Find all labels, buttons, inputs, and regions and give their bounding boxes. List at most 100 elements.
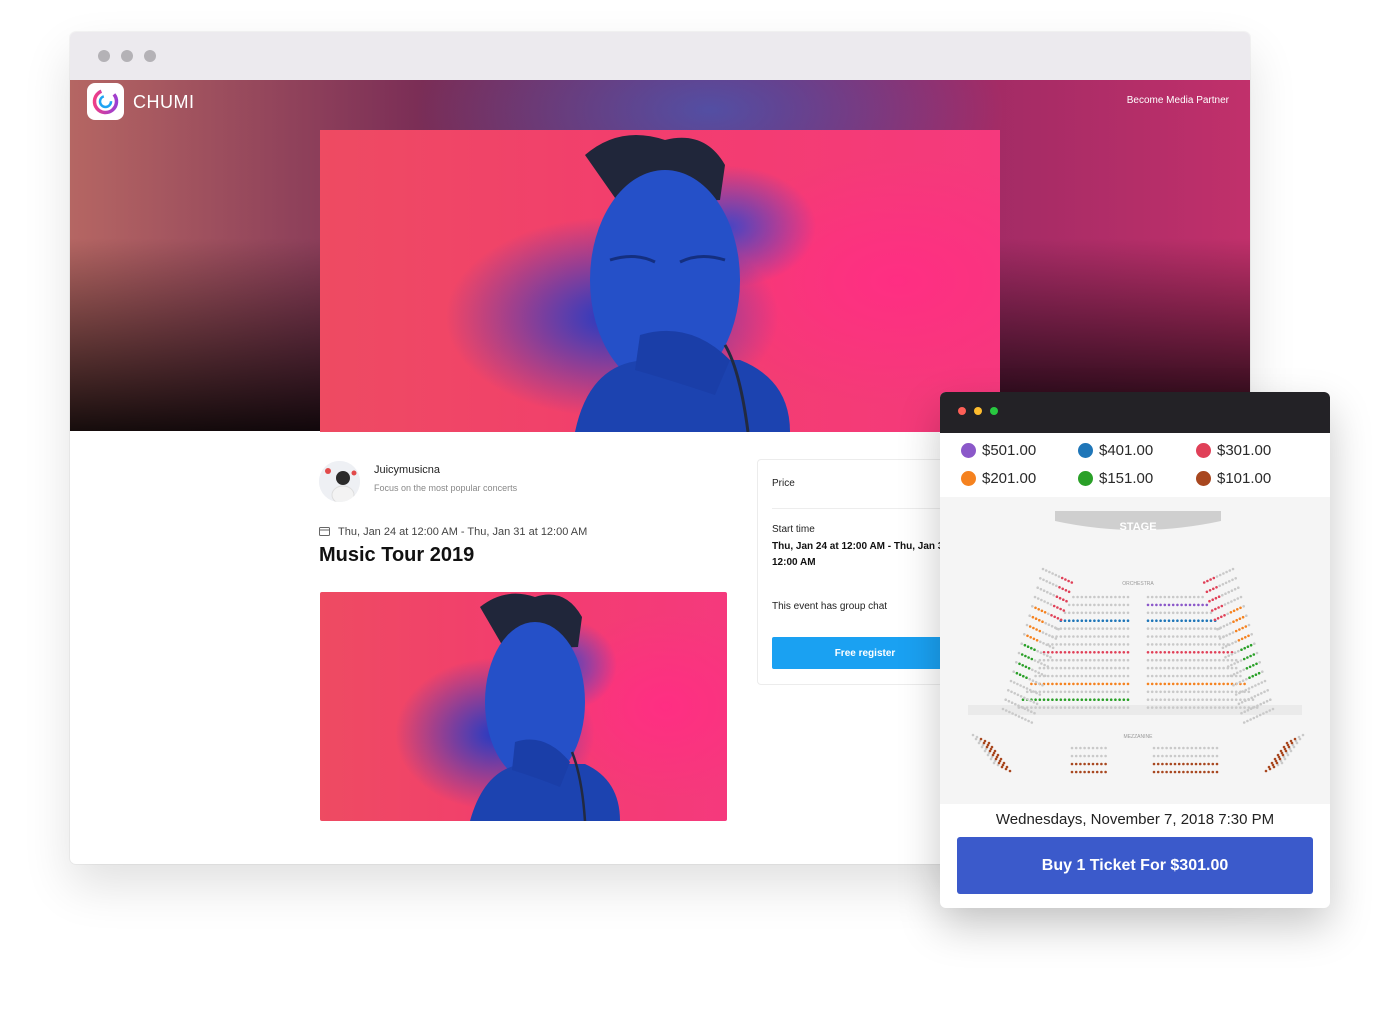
seat-dot[interactable]	[1049, 655, 1052, 659]
seat-dot[interactable]	[1150, 698, 1154, 701]
seat-dot[interactable]	[1184, 674, 1188, 678]
seat-dot[interactable]	[1182, 754, 1185, 758]
window-minimize-dot[interactable]	[121, 50, 133, 62]
seat-dot[interactable]	[1197, 651, 1200, 654]
seat-dot[interactable]	[1163, 674, 1167, 678]
seat-dot[interactable]	[1012, 670, 1015, 673]
seat-dot[interactable]	[1045, 643, 1048, 647]
seat-dot[interactable]	[1155, 611, 1158, 615]
seat-dot[interactable]	[1217, 595, 1221, 598]
seat-dot[interactable]	[1222, 682, 1225, 686]
seat-dot[interactable]	[1088, 635, 1092, 638]
seat-dot[interactable]	[1230, 666, 1234, 670]
seat-dot[interactable]	[1234, 698, 1238, 701]
seat-dot[interactable]	[1267, 765, 1271, 769]
seat-dot[interactable]	[1254, 673, 1258, 676]
seat-dot[interactable]	[1083, 746, 1086, 750]
seat-dot[interactable]	[1118, 643, 1121, 646]
seat-dot[interactable]	[1045, 580, 1048, 583]
seat-dot[interactable]	[1109, 698, 1113, 701]
seat-dot[interactable]	[1067, 651, 1071, 654]
seat-dot[interactable]	[1059, 643, 1063, 646]
seat-dot[interactable]	[1093, 603, 1096, 607]
seat-dot[interactable]	[1009, 679, 1013, 683]
seat-dot[interactable]	[1222, 698, 1225, 701]
seat-dot[interactable]	[1165, 746, 1168, 750]
seat-dot[interactable]	[1055, 706, 1058, 709]
seat-dot[interactable]	[1167, 643, 1171, 646]
seat-dot[interactable]	[1247, 623, 1251, 627]
seat-dot[interactable]	[1201, 643, 1204, 646]
seat-dot[interactable]	[1171, 611, 1175, 615]
seat-dot[interactable]	[1167, 611, 1171, 615]
seat-dot[interactable]	[1093, 706, 1096, 709]
seat-dot[interactable]	[1171, 651, 1175, 654]
seat-dot[interactable]	[1049, 603, 1053, 606]
seat-dot[interactable]	[1201, 611, 1204, 615]
seat-dot[interactable]	[1186, 770, 1189, 774]
seat-dot[interactable]	[1055, 674, 1058, 678]
seat-dot[interactable]	[1080, 666, 1084, 670]
seat-dot[interactable]	[1248, 676, 1251, 679]
seat-dot[interactable]	[1016, 682, 1019, 686]
seat-dot[interactable]	[1197, 674, 1200, 678]
seat-dot[interactable]	[1176, 698, 1179, 701]
seat-dot[interactable]	[1231, 631, 1235, 634]
seat-dot[interactable]	[1176, 651, 1179, 654]
seat-dot[interactable]	[1197, 643, 1200, 646]
seat-dot[interactable]	[1240, 711, 1243, 715]
seat-dot[interactable]	[1114, 635, 1117, 638]
seat-dot[interactable]	[1114, 643, 1117, 646]
seat-dot[interactable]	[1037, 671, 1040, 675]
seat-dot[interactable]	[1222, 666, 1225, 670]
seat-dot[interactable]	[1268, 709, 1272, 712]
seat-dot[interactable]	[1171, 706, 1175, 709]
seat-dot[interactable]	[1211, 770, 1215, 774]
seat-dot[interactable]	[1080, 651, 1084, 654]
seat-dot[interactable]	[1122, 690, 1126, 694]
seat-dot[interactable]	[1118, 706, 1121, 709]
seat-dot[interactable]	[1076, 619, 1079, 622]
seat-dot[interactable]	[1058, 596, 1062, 600]
seat-dot[interactable]	[1215, 575, 1219, 578]
seat-dot[interactable]	[1109, 635, 1113, 638]
seat-dot[interactable]	[1176, 595, 1179, 599]
seat-dot[interactable]	[1228, 569, 1232, 572]
seat-dot[interactable]	[1050, 624, 1054, 628]
seat-dot[interactable]	[1161, 762, 1164, 766]
seat-dot[interactable]	[1184, 611, 1188, 615]
seat-dot[interactable]	[1233, 587, 1237, 591]
seat-dot[interactable]	[1042, 578, 1045, 582]
seat-dot[interactable]	[1222, 572, 1225, 575]
seat-dot[interactable]	[1163, 635, 1167, 638]
seat-dot[interactable]	[1235, 682, 1238, 685]
seat-dot[interactable]	[1169, 754, 1173, 758]
seat-dot[interactable]	[1030, 721, 1034, 724]
seat-dot[interactable]	[1205, 627, 1209, 630]
seat-dot[interactable]	[1065, 599, 1068, 603]
seat-dot[interactable]	[1026, 708, 1030, 712]
seat-dot[interactable]	[1237, 649, 1240, 653]
seat-dot[interactable]	[1026, 645, 1030, 648]
seat-dot[interactable]	[1150, 658, 1154, 662]
seat-dot[interactable]	[1220, 604, 1224, 608]
seat-dot[interactable]	[1055, 643, 1058, 646]
seat-dot[interactable]	[1097, 706, 1100, 709]
seat-dot[interactable]	[1126, 651, 1130, 654]
seat-dot[interactable]	[1256, 704, 1259, 707]
seat-dot[interactable]	[1222, 706, 1225, 709]
seat-dot[interactable]	[1188, 666, 1192, 670]
seat-dot[interactable]	[1146, 643, 1150, 646]
seat-dot[interactable]	[1057, 575, 1061, 578]
seat-dot[interactable]	[1262, 701, 1266, 704]
seat-dot[interactable]	[1243, 646, 1246, 650]
seat-dot[interactable]	[1159, 682, 1162, 686]
seat-dot[interactable]	[1017, 651, 1021, 655]
seat-dot[interactable]	[1221, 593, 1224, 597]
seat-dot[interactable]	[1093, 595, 1096, 599]
seat-dot[interactable]	[1225, 634, 1228, 637]
seat-dot[interactable]	[1072, 627, 1075, 630]
seat-dot[interactable]	[1184, 635, 1188, 638]
seat-dot[interactable]	[1230, 698, 1234, 701]
seat-dot[interactable]	[1054, 637, 1058, 640]
